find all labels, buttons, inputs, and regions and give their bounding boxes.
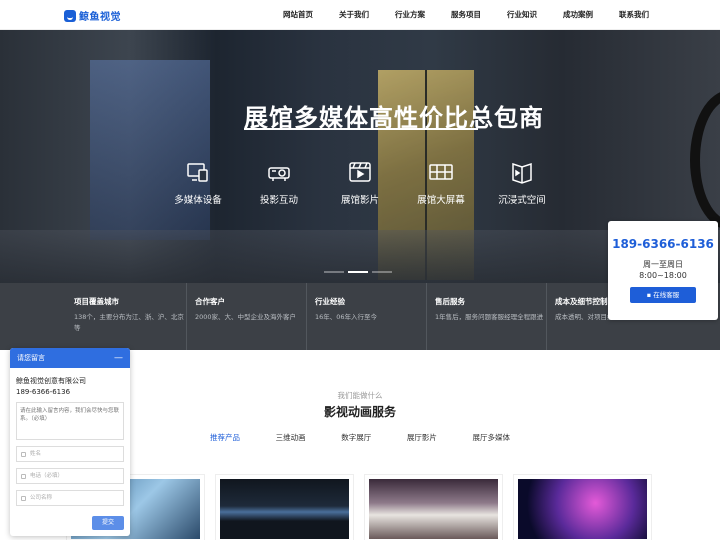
logo-text: 鲸鱼视觉	[79, 12, 121, 23]
service-immersive[interactable]: 沉浸式空间	[482, 160, 562, 206]
product-image	[518, 479, 647, 539]
service-devices[interactable]: 多媒体设备	[158, 160, 238, 206]
stat-item: 售后服务 1年售后，服务问题客服经理全程跟进	[426, 283, 546, 350]
message-widget-header: 请您留言 —	[10, 348, 130, 368]
nav-services[interactable]: 服务项目	[438, 0, 494, 30]
product-card[interactable]	[364, 474, 503, 540]
online-service-label: 在线客服	[653, 291, 680, 299]
person-icon	[21, 451, 26, 457]
minimize-icon[interactable]: —	[114, 348, 123, 368]
projector-icon	[267, 160, 291, 184]
product-image	[369, 479, 498, 539]
hotline-widget: 189-6366-6136 周一至周日 8:00~18:00 ▪ 在线客服	[608, 221, 718, 320]
product-card[interactable]	[215, 474, 354, 540]
stat-desc: 16年、06年入行至今	[315, 313, 378, 321]
submit-button[interactable]: 提交	[92, 516, 124, 530]
immersive-space-icon	[510, 160, 534, 184]
stat-desc: 138个，主要分布为江、浙、沪、北京等	[74, 313, 184, 332]
name-placeholder: 姓名	[30, 451, 42, 457]
nav-home[interactable]: 网站首页	[270, 0, 326, 30]
chat-bubble-icon: ▪	[646, 291, 652, 299]
online-service-button[interactable]: ▪ 在线客服	[630, 287, 696, 303]
phone-icon	[21, 473, 26, 479]
company-name: 鲸鱼视觉创意有限公司	[16, 377, 86, 385]
company-field[interactable]: 公司名称	[16, 490, 124, 506]
company-placeholder: 公司名称	[30, 495, 53, 501]
tab-3d-animation[interactable]: 三维动画	[266, 432, 316, 443]
service-projection[interactable]: 投影互动	[239, 160, 319, 206]
stat-title: 项目覆盖城市	[74, 297, 119, 306]
service-film-label: 展馆影片	[340, 195, 379, 206]
service-film[interactable]: 展馆影片	[320, 160, 400, 206]
stat-item: 项目覆盖城市 138个，主要分布为江、浙、沪、北京等	[66, 283, 186, 350]
nav-contact[interactable]: 联系我们	[606, 0, 662, 30]
service-devices-label: 多媒体设备	[174, 195, 222, 206]
page: 鲸鱼视觉 网站首页 关于我们 行业方案 服务项目 行业知识 成功案例 联系我们 …	[0, 0, 720, 540]
hero-background-light	[90, 60, 210, 240]
logo[interactable]: 鲸鱼视觉	[64, 8, 121, 23]
devices-icon	[186, 160, 210, 184]
service-projection-label: 投影互动	[259, 195, 298, 206]
stat-item: 合作客户 2000家、大、中型企业及海外客户	[186, 283, 306, 350]
service-large-screen-label: 展馆大屏幕	[417, 195, 465, 206]
stat-title: 行业经验	[315, 297, 345, 306]
hero-title-underline	[244, 128, 478, 130]
hotline-hours: 8:00~18:00	[639, 271, 687, 280]
building-icon	[21, 495, 26, 501]
stat-title: 合作客户	[195, 297, 225, 306]
nav-cases[interactable]: 成功案例	[550, 0, 606, 30]
carousel-dot-active[interactable]	[348, 271, 368, 273]
phone-field[interactable]: 电话（必填）	[16, 468, 124, 484]
stat-item: 行业经验 16年、06年入行至今	[306, 283, 426, 350]
tab-hall-film[interactable]: 展厅影片	[397, 432, 447, 443]
tab-recommended[interactable]: 推荐产品	[200, 432, 250, 443]
carousel-dot[interactable]	[324, 271, 344, 273]
stat-title: 售后服务	[435, 297, 465, 306]
stat-desc: 2000家、大、中型企业及海外客户	[195, 313, 297, 321]
product-card[interactable]	[513, 474, 652, 540]
product-image	[220, 479, 349, 539]
whale-logo-icon	[64, 9, 76, 22]
message-widget-title: 请您留言	[17, 354, 45, 362]
product-cards	[66, 474, 660, 540]
carousel-dot[interactable]	[372, 271, 392, 273]
hero-background-ring	[690, 90, 720, 230]
stat-desc: 1年售后，服务问题客服经理全程跟进	[435, 313, 544, 321]
company-phone: 189-6366-6136	[16, 388, 71, 396]
product-tabs: 推荐产品 三维动画 数字展厅 展厅影片 展厅多媒体	[200, 432, 520, 443]
nav-about[interactable]: 关于我们	[326, 0, 382, 30]
name-field[interactable]: 姓名	[16, 446, 124, 462]
hotline-days: 周一至周日	[643, 260, 683, 269]
phone-placeholder: 电话（必填）	[30, 473, 64, 479]
service-large-screen[interactable]: 展馆大屏幕	[401, 160, 481, 206]
site-header: 鲸鱼视觉 网站首页 关于我们 行业方案 服务项目 行业知识 成功案例 联系我们	[0, 0, 720, 30]
film-icon	[348, 160, 372, 184]
tab-digital-hall[interactable]: 数字展厅	[331, 432, 381, 443]
message-widget: 请您留言 — 鲸鱼视觉创意有限公司 189-6366-6136 姓名 电话（必填…	[10, 348, 130, 536]
carousel-indicators	[324, 271, 392, 273]
tab-hall-multimedia[interactable]: 展厅多媒体	[463, 432, 521, 443]
nav-knowledge[interactable]: 行业知识	[494, 0, 550, 30]
hotline-phone: 189-6366-6136	[612, 237, 714, 251]
large-screen-icon	[429, 160, 453, 184]
nav-solutions[interactable]: 行业方案	[382, 0, 438, 30]
service-immersive-label: 沉浸式空间	[498, 195, 546, 206]
message-input[interactable]	[16, 402, 124, 440]
main-nav: 网站首页 关于我们 行业方案 服务项目 行业知识 成功案例 联系我们	[270, 0, 662, 30]
